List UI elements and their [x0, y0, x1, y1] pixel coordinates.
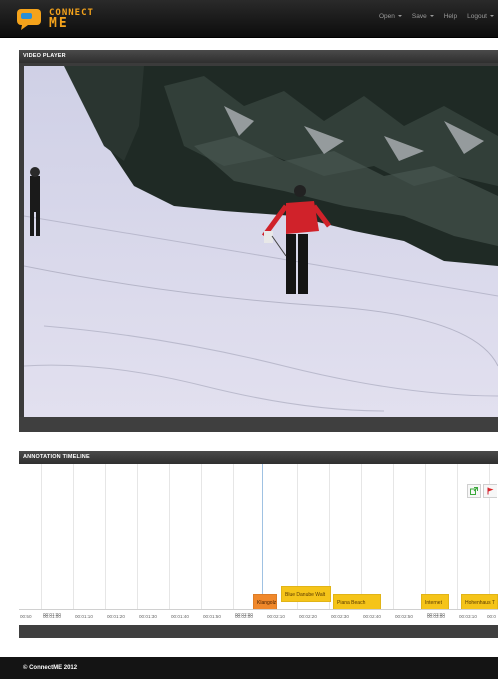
- video-player-title: VIDEO PLAYER: [19, 50, 498, 63]
- annotation-timeline-panel: ANNOTATION TIMELINE Klangolz Blue Danube…: [19, 451, 498, 638]
- logo-text: CONNECT ME: [49, 9, 94, 31]
- logout-menu[interactable]: Logout: [467, 13, 494, 20]
- gridline: [137, 464, 138, 609]
- tick-label: 00:01:30: [139, 614, 157, 619]
- annotation-piana-beach[interactable]: Piana Beach: [333, 594, 381, 610]
- tick-label: 00:02:40: [363, 614, 381, 619]
- annotation-blue-danube-waltz[interactable]: Blue Danube Walt: [281, 586, 331, 602]
- gridline: [169, 464, 170, 609]
- video-player-panel: VIDEO PLAYER: [19, 50, 498, 432]
- save-menu-label: Save: [411, 13, 427, 20]
- top-navbar: CONNECT ME Open Save Help Logout: [0, 0, 498, 38]
- gridline: [361, 464, 362, 609]
- tick-label: 00:01:40: [171, 614, 189, 619]
- timeline-area[interactable]: Klangolz Blue Danube Walt Piana Beach In…: [19, 464, 498, 625]
- gridline: [393, 464, 394, 609]
- tick-label: 00:02:30: [331, 614, 349, 619]
- sub-tick-label: 00:03:00: [427, 612, 445, 617]
- open-menu-label: Open: [379, 13, 395, 20]
- gridline: [201, 464, 202, 609]
- tick-label: 00:01:10: [75, 614, 93, 619]
- save-menu[interactable]: Save: [412, 13, 434, 20]
- external-link-icon: [470, 487, 478, 495]
- gridline: [233, 464, 234, 609]
- open-menu[interactable]: Open: [379, 13, 402, 20]
- video-still-skier: [24, 66, 498, 417]
- connectme-logo[interactable]: CONNECT ME: [16, 7, 106, 31]
- sub-tick-label: 00:01:00: [43, 612, 61, 617]
- chevron-down-icon: [490, 15, 494, 18]
- annotation-klangolz[interactable]: Klangolz: [253, 594, 277, 610]
- chevron-down-icon: [397, 15, 402, 18]
- annotation-hohenhaus[interactable]: Hohenhaus T: [461, 594, 498, 610]
- gridline: [73, 464, 74, 609]
- help-link[interactable]: Help: [444, 13, 457, 20]
- gridline: [105, 464, 106, 609]
- tick-label: 00:01:50: [203, 614, 221, 619]
- gridline: [41, 464, 42, 609]
- annotation-timeline-title: ANNOTATION TIMELINE: [19, 451, 498, 464]
- chat-bubble-logo-icon: [17, 9, 41, 30]
- video-frame[interactable]: [24, 66, 498, 417]
- tick-label: 00:02:50: [395, 614, 413, 619]
- nav-menu: Open Save Help Logout: [379, 13, 494, 20]
- tick-label: 00:03:10: [459, 614, 477, 619]
- video-controls-bar[interactable]: [19, 417, 498, 432]
- gridline: [425, 464, 426, 609]
- flag-button[interactable]: [483, 484, 497, 498]
- tick-label: 00:02:20: [299, 614, 317, 619]
- tick-label: 00:0: [487, 614, 496, 619]
- logo-line2: ME: [49, 16, 69, 31]
- footer: © ConnectME 2012: [0, 657, 498, 679]
- flag-icon: [487, 487, 493, 495]
- sub-tick-label: 00:02:00: [235, 612, 253, 617]
- export-button[interactable]: [467, 484, 481, 498]
- annotation-internet[interactable]: Internet: [421, 594, 449, 610]
- logout-menu-label: Logout: [467, 13, 487, 20]
- tick-label: 00:01:20: [107, 614, 125, 619]
- tick-label: 00:02:10: [267, 614, 285, 619]
- copyright-text: © ConnectME 2012: [23, 665, 78, 671]
- chevron-down-icon: [429, 15, 434, 18]
- tick-label: 00:50: [20, 614, 32, 619]
- timeline-scrollbar[interactable]: [19, 625, 498, 638]
- gridline: [457, 464, 458, 609]
